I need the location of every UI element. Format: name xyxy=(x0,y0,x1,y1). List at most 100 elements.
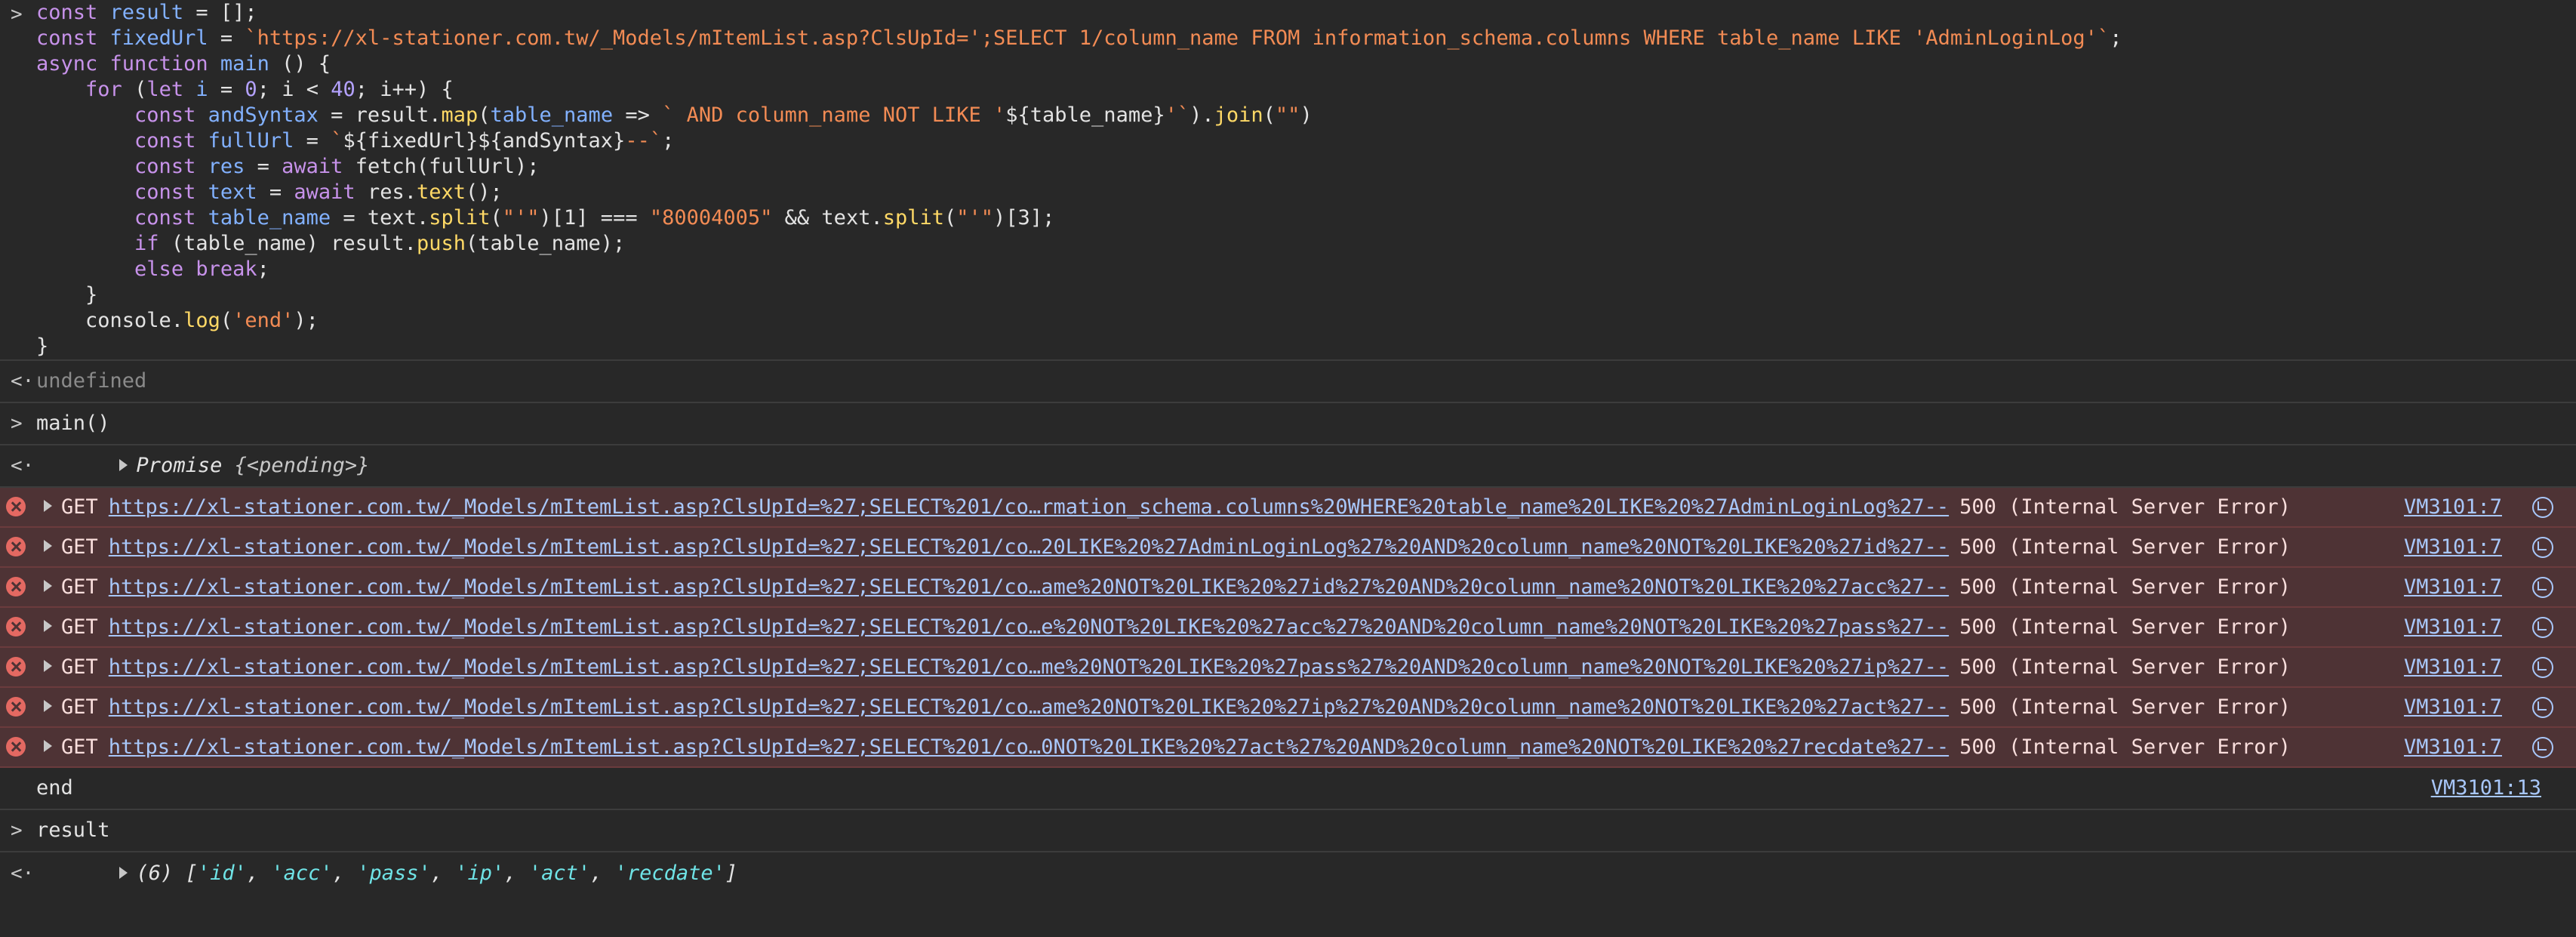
network-panel-icon[interactable] xyxy=(2532,497,2553,518)
network-panel-icon[interactable] xyxy=(2532,737,2553,758)
expand-triangle-icon[interactable] xyxy=(44,499,52,512)
code-token: "'" xyxy=(502,206,540,230)
code-line: const fullUrl = `${fixedUrl}${andSyntax}… xyxy=(36,128,2576,154)
code-token: = xyxy=(294,129,331,153)
request-url-link[interactable]: https://xl-stationer.com.tw/_Models/mIte… xyxy=(109,488,1949,526)
request-url-link[interactable]: https://xl-stationer.com.tw/_Models/mIte… xyxy=(109,688,1949,726)
code-token: ) xyxy=(1300,103,1313,127)
error-row[interactable]: GET https://xl-stationer.com.tw/_Models/m… xyxy=(0,728,2576,768)
array-item: 'recdate' xyxy=(614,861,725,885)
request-url-link[interactable]: https://xl-stationer.com.tw/_Models/mIte… xyxy=(109,528,1949,566)
code-token: --` xyxy=(625,129,663,153)
source-link[interactable]: VM3101:7 xyxy=(2404,648,2502,686)
expand-triangle-icon[interactable] xyxy=(44,739,52,752)
code-token: = xyxy=(245,155,282,178)
console-output-entry[interactable]: <· Promise {<pending>} xyxy=(0,445,2576,488)
result-array-output[interactable]: (6) ['id', 'acc', 'pass', 'ip', 'act', '… xyxy=(36,810,2576,937)
expand-triangle-icon[interactable] xyxy=(118,866,128,879)
request-url-link[interactable]: https://xl-stationer.com.tw/_Models/mIte… xyxy=(109,608,1949,646)
request-method: GET xyxy=(61,615,98,639)
expand-triangle-icon[interactable] xyxy=(44,699,52,712)
input-prompt-icon: > xyxy=(11,3,23,26)
source-link[interactable]: VM3101:7 xyxy=(2404,488,2502,526)
network-panel-icon[interactable] xyxy=(2532,697,2553,718)
code-token: console. xyxy=(36,309,184,332)
source-link[interactable]: VM3101:7 xyxy=(2404,528,2502,566)
code-token: const xyxy=(36,1,98,24)
code-token: } xyxy=(36,334,49,358)
code-line: const table_name = text.split("'")[1] ==… xyxy=(36,205,2576,231)
code-line: const res = await fetch(fullUrl); xyxy=(36,154,2576,180)
expand-triangle-icon[interactable] xyxy=(44,579,52,592)
code-token: "'" xyxy=(956,206,994,230)
code-line: const text = await res.text(); xyxy=(36,180,2576,205)
source-link[interactable]: VM3101:7 xyxy=(2404,568,2502,606)
source-link-end[interactable]: VM3101:13 xyxy=(2431,768,2541,809)
request-url-link[interactable]: https://xl-stationer.com.tw/_Models/mIte… xyxy=(109,648,1949,686)
network-panel-icon[interactable] xyxy=(2532,617,2553,638)
array-item: 'act' xyxy=(528,861,591,885)
code-token: ( xyxy=(490,206,503,230)
code-token: res. xyxy=(355,180,417,204)
code-token: push xyxy=(416,232,466,255)
expand-triangle-icon[interactable] xyxy=(44,659,52,672)
code-token: )[3]; xyxy=(993,206,1055,230)
network-panel-icon[interactable] xyxy=(2532,537,2553,558)
error-row[interactable]: GET https://xl-stationer.com.tw/_Models/m… xyxy=(0,688,2576,728)
error-row[interactable]: GET https://xl-stationer.com.tw/_Models/m… xyxy=(0,568,2576,608)
source-link[interactable]: VM3101:7 xyxy=(2404,608,2502,646)
network-panel-icon[interactable] xyxy=(2532,657,2553,678)
source-link[interactable]: VM3101:7 xyxy=(2404,688,2502,726)
request-method: GET xyxy=(61,495,98,519)
devtools-console: > const result = []; const fixedUrl = `ht… xyxy=(0,0,2576,911)
code-token: `https://xl-stationer.com.tw/_Models/mIt… xyxy=(245,26,2110,50)
code-line: const andSyntax = result.map(table_name … xyxy=(36,103,2576,128)
error-icon xyxy=(6,617,26,636)
code-token: if xyxy=(134,232,159,255)
code-token: await xyxy=(294,180,355,204)
expand-triangle-icon[interactable] xyxy=(44,539,52,552)
request-url-link[interactable]: https://xl-stationer.com.tw/_Models/mIte… xyxy=(109,728,1949,766)
code-line: console.log('end'); xyxy=(36,308,2576,334)
error-row[interactable]: GET https://xl-stationer.com.tw/_Models/m… xyxy=(0,648,2576,688)
console-output-entry[interactable]: <· (6) ['id', 'acc', 'pass', 'ip', 'act'… xyxy=(0,852,2576,895)
network-panel-icon[interactable] xyxy=(2532,577,2553,598)
code-token: split xyxy=(882,206,944,230)
code-token: 0 xyxy=(245,78,257,101)
expand-triangle-icon[interactable] xyxy=(118,458,128,471)
error-icon xyxy=(6,697,26,717)
output-return-icon: <· xyxy=(11,370,35,393)
request-url-link[interactable]: https://xl-stationer.com.tw/_Models/mIte… xyxy=(109,568,1949,606)
request-method: GET xyxy=(61,735,98,759)
code-token: ); xyxy=(294,309,319,332)
expand-triangle-icon[interactable] xyxy=(44,619,52,632)
code-token: const xyxy=(134,155,196,178)
source-link[interactable]: VM3101:7 xyxy=(2404,728,2502,766)
console-input-entry[interactable]: > const result = []; const fixedUrl = `ht… xyxy=(0,0,2576,361)
code-token: ` xyxy=(331,129,343,153)
request-method: GET xyxy=(61,695,98,719)
console-output-entry: <· undefined xyxy=(0,361,2576,403)
error-row[interactable]: GET https://xl-stationer.com.tw/_Models/m… xyxy=(0,488,2576,528)
status-text: 500 (Internal Server Error) xyxy=(1959,575,2291,599)
code-token: join xyxy=(1214,103,1263,127)
array-separator: , xyxy=(246,861,272,885)
code-token: ; i < xyxy=(257,78,331,101)
error-row[interactable]: GET https://xl-stationer.com.tw/_Models/m… xyxy=(0,608,2576,648)
error-row[interactable]: GET https://xl-stationer.com.tw/_Models/m… xyxy=(0,528,2576,568)
code-line: for (let i = 0; i < 40; i++) { xyxy=(36,77,2576,103)
code-block[interactable]: const result = []; const fixedUrl = `http… xyxy=(36,0,2576,359)
code-token: ( xyxy=(122,78,147,101)
code-token: ). xyxy=(1190,103,1214,127)
code-token: = result. xyxy=(318,103,442,127)
